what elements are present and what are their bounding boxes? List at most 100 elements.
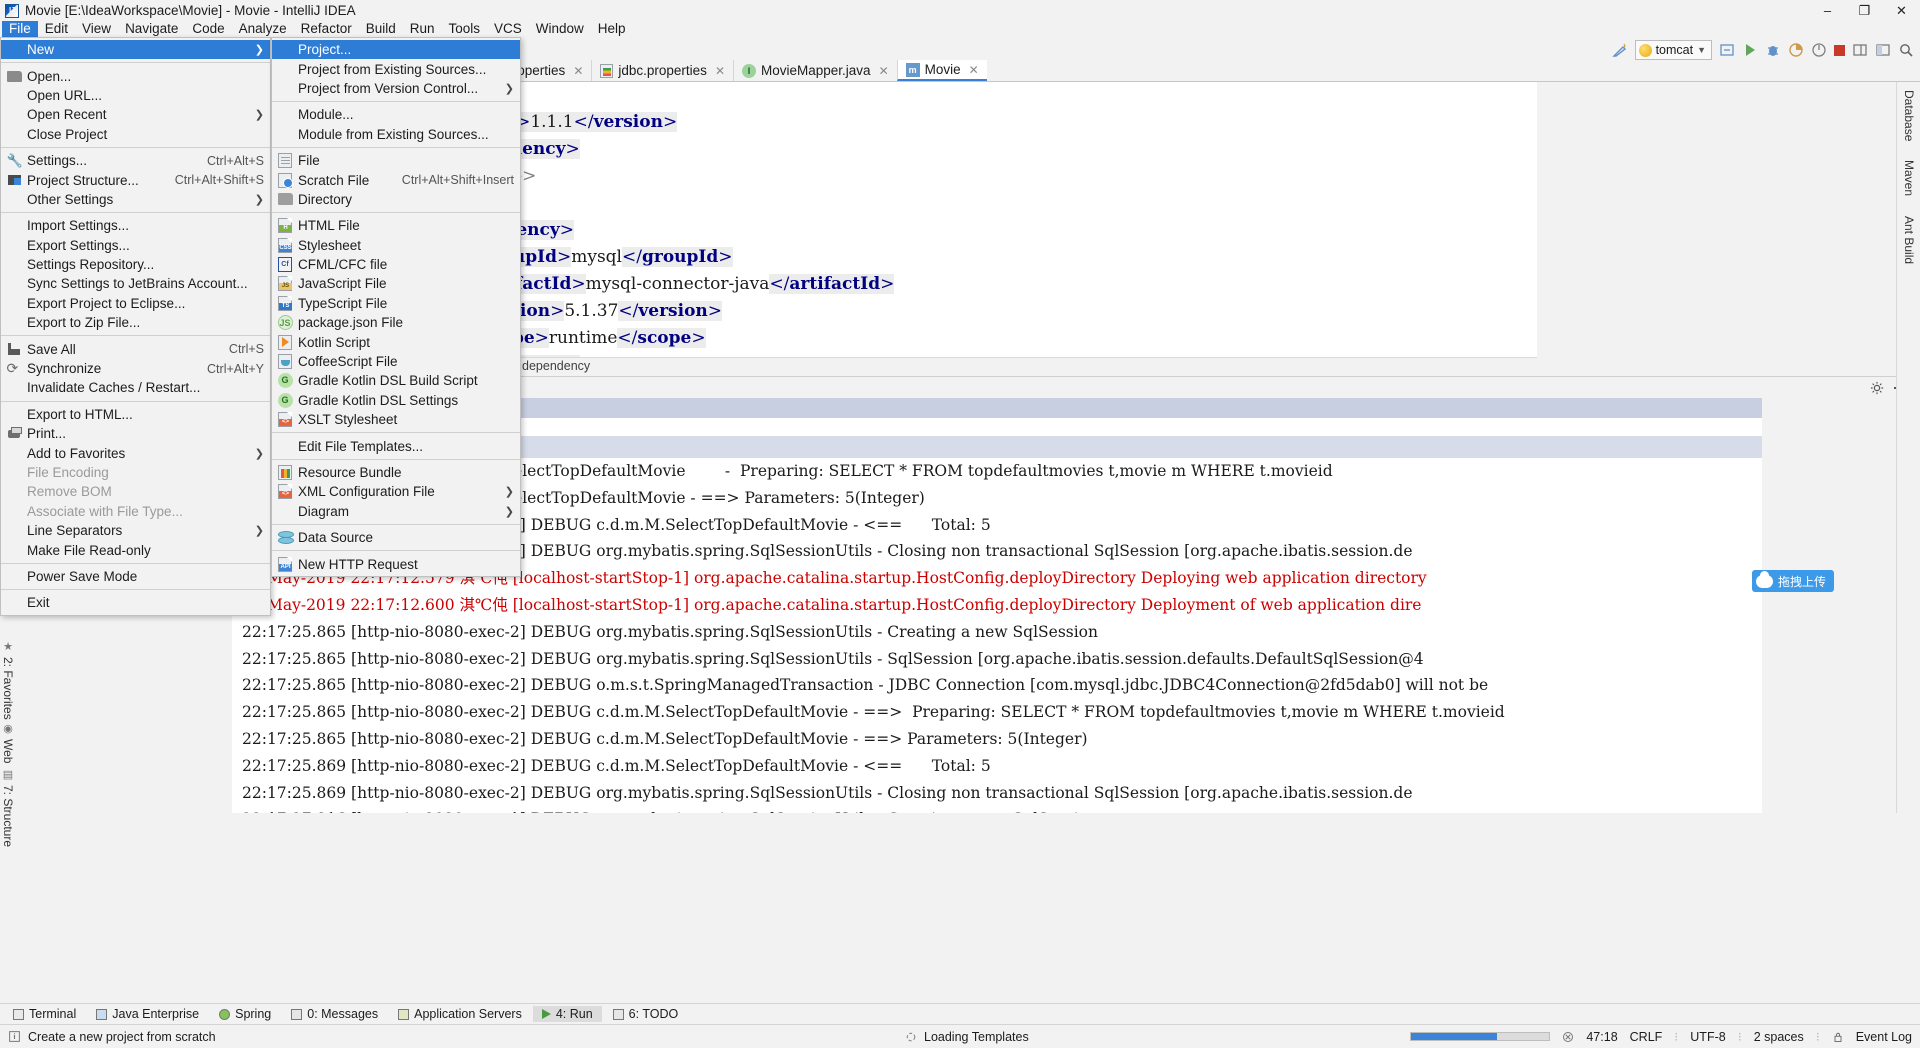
menu-file[interactable]: File: [2, 21, 38, 37]
menu-item-typescript-file[interactable]: TS TypeScript File: [272, 294, 520, 313]
tab-jdbc-properties[interactable]: jdbc.properties ✕: [591, 60, 733, 81]
layout-settings-icon[interactable]: [1852, 42, 1868, 58]
tab-movie-pom[interactable]: m Movie ✕: [896, 60, 987, 81]
menu-item-module-existing-sources[interactable]: Module from Existing Sources...: [272, 125, 520, 144]
menu-item-stylesheet[interactable]: CSS Stylesheet: [272, 236, 520, 255]
menu-item-new[interactable]: New ❯: [1, 40, 270, 60]
menu-item-make-read-only[interactable]: Make File Read-only: [1, 540, 270, 559]
menu-build[interactable]: Build: [359, 21, 403, 37]
menu-code[interactable]: Code: [185, 21, 231, 37]
run-icon[interactable]: [1742, 42, 1758, 58]
menu-view[interactable]: View: [75, 21, 118, 37]
menu-item-invalidate-caches[interactable]: Invalidate Caches / Restart...: [1, 378, 270, 397]
bottom-tab-terminal[interactable]: Terminal: [4, 1006, 85, 1022]
menu-tools[interactable]: Tools: [442, 21, 488, 37]
run-with-coverage-icon[interactable]: [1788, 42, 1804, 58]
menu-item-print[interactable]: Print...: [1, 424, 270, 443]
menu-item-export-settings[interactable]: Export Settings...: [1, 236, 270, 255]
tab-moviemapper[interactable]: I MovieMapper.java ✕: [733, 60, 897, 81]
magic-wand-icon[interactable]: [1611, 42, 1628, 58]
menu-item-line-separators[interactable]: Line Separators ❯: [1, 521, 270, 540]
menu-item-add-to-favorites[interactable]: Add to Favorites ❯: [1, 443, 270, 462]
bottom-tab-messages[interactable]: 0: Messages: [282, 1006, 387, 1022]
menu-item-open-recent[interactable]: Open Recent ❯: [1, 105, 270, 124]
bottom-tab-todo[interactable]: 6: TODO: [604, 1006, 688, 1022]
menu-item-file[interactable]: File: [272, 151, 520, 170]
menu-item-project-structure[interactable]: Project Structure... Ctrl+Alt+Shift+S: [1, 170, 270, 189]
close-button[interactable]: ✕: [1883, 0, 1920, 21]
close-icon[interactable]: ✕: [573, 64, 583, 78]
menu-item-export-project-eclipse[interactable]: Export Project to Eclipse...: [1, 294, 270, 313]
cancel-task-icon[interactable]: [1562, 1031, 1574, 1043]
search-icon[interactable]: [1898, 42, 1914, 58]
menu-item-coffeescript-file[interactable]: CoffeeScript File: [272, 352, 520, 371]
line-separator[interactable]: CRLF: [1630, 1030, 1663, 1044]
breadcrumb-item-dependency[interactable]: dependency: [522, 359, 590, 373]
menu-window[interactable]: Window: [529, 21, 591, 37]
sidebar-item-structure[interactable]: ▤ 7: Structure: [1, 768, 15, 847]
stop-icon[interactable]: [1834, 44, 1845, 56]
bottom-tab-run[interactable]: 4: Run: [532, 1006, 602, 1022]
sidebar-item-favorites[interactable]: ★ 2: Favorites: [1, 640, 15, 720]
event-log-button[interactable]: Event Log: [1856, 1030, 1912, 1044]
menu-navigate[interactable]: Navigate: [118, 21, 185, 37]
menu-item-scratch-file[interactable]: Scratch File Ctrl+Alt+Shift+Insert: [272, 170, 520, 189]
close-icon[interactable]: ✕: [969, 63, 979, 77]
menu-analyze[interactable]: Analyze: [232, 21, 294, 37]
menu-item-package-json-file[interactable]: JS package.json File: [272, 313, 520, 332]
sidebar-item-web[interactable]: ◉ Web: [1, 722, 15, 763]
file-encoding[interactable]: UTF-8: [1690, 1030, 1725, 1044]
menu-item-open[interactable]: Open...: [1, 66, 270, 85]
minimize-button[interactable]: –: [1809, 0, 1846, 21]
menu-item-directory[interactable]: Directory: [272, 190, 520, 209]
menu-item-gradle-kotlin-build-script[interactable]: G Gradle Kotlin DSL Build Script: [272, 371, 520, 390]
menu-item-xslt-stylesheet[interactable]: <> XSLT Stylesheet: [272, 410, 520, 429]
menu-edit[interactable]: Edit: [38, 21, 75, 37]
menu-item-sync-settings-jetbrains[interactable]: Sync Settings to JetBrains Account...: [1, 274, 270, 293]
menu-item-gradle-kotlin-settings[interactable]: G Gradle Kotlin DSL Settings: [272, 391, 520, 410]
menu-item-settings-repository[interactable]: Settings Repository...: [1, 255, 270, 274]
project-settings-icon[interactable]: [1875, 42, 1891, 58]
bottom-tab-java-enterprise[interactable]: Java Enterprise: [87, 1006, 208, 1022]
profiler-icon[interactable]: [1811, 42, 1827, 58]
menu-item-new-http-request[interactable]: API New HTTP Request: [272, 554, 520, 573]
menu-item-project-existing-sources[interactable]: Project from Existing Sources...: [272, 59, 520, 78]
new-submenu-popup[interactable]: Project... Project from Existing Sources…: [271, 37, 521, 577]
menu-item-synchronize[interactable]: ⟳ Synchronize Ctrl+Alt+Y: [1, 359, 270, 378]
menu-item-kotlin-script[interactable]: Kotlin Script: [272, 332, 520, 351]
menu-item-html-file[interactable]: H HTML File: [272, 216, 520, 235]
menu-item-edit-file-templates[interactable]: Edit File Templates...: [272, 436, 520, 455]
menu-item-exit[interactable]: Exit: [1, 593, 270, 612]
menu-item-resource-bundle[interactable]: Resource Bundle: [272, 463, 520, 482]
caret-position[interactable]: 47:18: [1586, 1030, 1617, 1044]
menu-item-import-settings[interactable]: Import Settings...: [1, 216, 270, 235]
menu-refactor[interactable]: Refactor: [294, 21, 359, 37]
close-icon[interactable]: ✕: [715, 64, 725, 78]
menu-vcs[interactable]: VCS: [487, 21, 529, 37]
run-configuration-selector[interactable]: tomcat ▼: [1634, 40, 1712, 60]
menu-item-project[interactable]: Project...: [272, 40, 520, 60]
menu-item-cfml-file[interactable]: Cf CFML/CFC file: [272, 255, 520, 274]
menu-item-power-save-mode[interactable]: Power Save Mode: [1, 567, 270, 586]
menu-item-xml-configuration-file[interactable]: <> XML Configuration File ❯: [272, 482, 520, 501]
menu-item-diagram[interactable]: Diagram ❯: [272, 502, 520, 521]
sidebar-item-database[interactable]: Database: [1902, 90, 1916, 141]
bottom-tab-spring[interactable]: Spring: [210, 1006, 280, 1022]
menu-item-other-settings[interactable]: Other Settings ❯: [1, 190, 270, 209]
menu-item-settings[interactable]: 🔧 Settings... Ctrl+Alt+S: [1, 151, 270, 170]
menu-item-open-url[interactable]: Open URL...: [1, 86, 270, 105]
debug-icon[interactable]: [1765, 42, 1781, 58]
menu-item-export-html[interactable]: Export to HTML...: [1, 405, 270, 424]
menu-item-javascript-file[interactable]: JS JavaScript File: [272, 274, 520, 293]
build-icon[interactable]: [1719, 42, 1735, 58]
menu-item-module[interactable]: Module...: [272, 105, 520, 124]
bottom-tab-application-servers[interactable]: Application Servers: [389, 1006, 531, 1022]
drag-upload-button[interactable]: 拖拽上传: [1751, 570, 1834, 592]
sidebar-item-maven[interactable]: Maven: [1902, 160, 1916, 196]
sidebar-item-ant-build[interactable]: Ant Build: [1902, 216, 1916, 264]
menu-help[interactable]: Help: [591, 21, 633, 37]
menu-item-save-all[interactable]: Save All Ctrl+S: [1, 339, 270, 358]
menu-item-project-version-control[interactable]: Project from Version Control... ❯: [272, 79, 520, 98]
menu-item-data-source[interactable]: Data Source: [272, 528, 520, 547]
gear-icon[interactable]: [1870, 381, 1884, 395]
